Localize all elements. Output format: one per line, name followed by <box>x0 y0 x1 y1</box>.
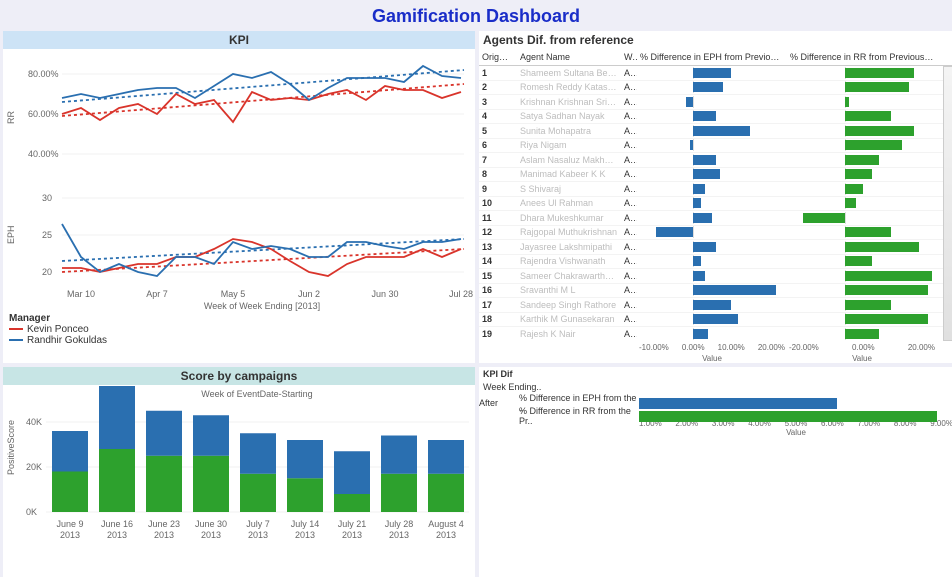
scrollbar[interactable] <box>943 66 952 341</box>
kpidif-eph-bar <box>639 398 952 409</box>
svg-text:Jul 28: Jul 28 <box>449 289 473 299</box>
svg-text:July 14: July 14 <box>291 519 320 529</box>
svg-text:PositiveScore: PositiveScore <box>6 420 16 475</box>
svg-text:Apr 7: Apr 7 <box>146 289 168 299</box>
table-row[interactable]: 12Rajgopal MuthukrishnanA.. <box>479 226 943 241</box>
table-row[interactable]: 11Dhara MukeshkumarA.. <box>479 211 943 226</box>
kpidif-panel: KPI Dif Week Ending.. After % Difference… <box>479 367 952 577</box>
svg-text:40.00%: 40.00% <box>28 149 59 159</box>
svg-text:June 23: June 23 <box>148 519 180 529</box>
table-row[interactable]: 1Shameem Sultana BegumA.. <box>479 66 943 81</box>
svg-text:60.00%: 60.00% <box>28 109 59 119</box>
table-row[interactable]: 18Karthik M GunasekaranA.. <box>479 313 943 328</box>
svg-text:0K: 0K <box>26 507 37 517</box>
table-row[interactable]: 5Sunita MohapatraA.. <box>479 124 943 139</box>
table-row[interactable]: 16Sravanthi M LA.. <box>479 284 943 299</box>
agents-table-body[interactable]: 1Shameem Sultana BegumA..2Romesh Reddy K… <box>479 66 943 341</box>
legend-randhir[interactable]: Randhir Gokuldas <box>9 335 469 346</box>
svg-text:July 28: July 28 <box>385 519 414 529</box>
svg-text:20K: 20K <box>26 462 42 472</box>
svg-text:2013: 2013 <box>295 530 315 540</box>
kpidif-rr-bar <box>639 411 952 422</box>
score-chart[interactable]: PositiveScore 40K 20K 0K Week of EventDa… <box>3 385 475 559</box>
kpi-legend: Manager Kevin Ponceo Randhir Gokuldas <box>3 311 475 348</box>
eph-kevin-line <box>62 239 461 276</box>
svg-text:June 16: June 16 <box>101 519 133 529</box>
agents-title: Agents Dif. from reference <box>479 31 952 49</box>
svg-text:Jun 2: Jun 2 <box>298 289 320 299</box>
svg-text:June 9: June 9 <box>56 519 83 529</box>
svg-text:2013: 2013 <box>342 530 362 540</box>
score-panel: Score by campaigns PositiveScore 40K 20K… <box>3 367 475 577</box>
svg-text:Mar 10: Mar 10 <box>67 289 95 299</box>
table-row[interactable]: 8Manimad Kabeer K KA.. <box>479 168 943 183</box>
table-row[interactable]: 10Anees Ul RahmanA.. <box>479 197 943 212</box>
svg-text:80.00%: 80.00% <box>28 69 59 79</box>
table-row[interactable]: 9S ShivarajA.. <box>479 182 943 197</box>
svg-text:May 5: May 5 <box>221 289 246 299</box>
legend-kevin[interactable]: Kevin Ponceo <box>9 324 469 335</box>
table-row[interactable]: 13Jayasree LakshmipathiA.. <box>479 240 943 255</box>
svg-text:2013: 2013 <box>248 530 268 540</box>
table-row[interactable]: 2Romesh Reddy KatasaniA.. <box>479 81 943 96</box>
dashboard-title: Gamification Dashboard <box>0 0 952 31</box>
svg-text:2013: 2013 <box>436 530 456 540</box>
svg-text:2013: 2013 <box>60 530 80 540</box>
table-row[interactable]: 6Riya NigamA.. <box>479 139 943 154</box>
table-row[interactable]: 15Sameer Chakrawarthy KostA.. <box>479 269 943 284</box>
svg-text:25: 25 <box>42 230 52 240</box>
svg-text:2013: 2013 <box>201 530 221 540</box>
svg-text:Week of EventDate-Starting: Week of EventDate-Starting <box>201 389 312 399</box>
score-title: Score by campaigns <box>3 367 475 385</box>
svg-text:June 30: June 30 <box>195 519 227 529</box>
svg-text:Jun 30: Jun 30 <box>371 289 398 299</box>
svg-text:August 4: August 4 <box>428 519 464 529</box>
rr-randhir-line <box>62 66 461 100</box>
kpi-x-title: Week of Week Ending [2013] <box>204 301 320 311</box>
agents-panel: Agents Dif. from reference OrigRank Agen… <box>479 31 952 363</box>
rr-axis-label: RR <box>6 111 16 124</box>
kpi-panel-title: KPI <box>3 31 475 49</box>
table-row[interactable]: 7Aslam Nasaluz Makhumi HusA.. <box>479 153 943 168</box>
svg-text:July 7: July 7 <box>246 519 270 529</box>
svg-text:July 21: July 21 <box>338 519 367 529</box>
table-row[interactable]: 17Sandeep Singh RathoreA.. <box>479 298 943 313</box>
eph-axis-label: EPH <box>6 225 16 244</box>
table-row[interactable]: 19Rajesh K NairA.. <box>479 327 943 341</box>
table-row[interactable]: 14Rajendra VishwanathA.. <box>479 255 943 270</box>
kpi-chart[interactable]: RR 80.00% 60.00% 40.00% EPH 30 25 20 <box>3 49 475 311</box>
svg-text:40K: 40K <box>26 417 42 427</box>
svg-text:2013: 2013 <box>389 530 409 540</box>
svg-text:2013: 2013 <box>154 530 174 540</box>
kpi-panel: KPI RR 80.00% 60.00% 40.00% EPH <box>3 31 475 363</box>
table-row[interactable]: 3Krishnan Krishnan SrinivasA.. <box>479 95 943 110</box>
svg-text:2013: 2013 <box>107 530 127 540</box>
rr-kevin-line <box>62 86 461 122</box>
svg-text:20: 20 <box>42 267 52 277</box>
agents-table-header: OrigRank Agent Name W.. % Difference in … <box>479 49 952 66</box>
table-row[interactable]: 4Satya Sadhan NayakA.. <box>479 110 943 125</box>
svg-text:30: 30 <box>42 193 52 203</box>
